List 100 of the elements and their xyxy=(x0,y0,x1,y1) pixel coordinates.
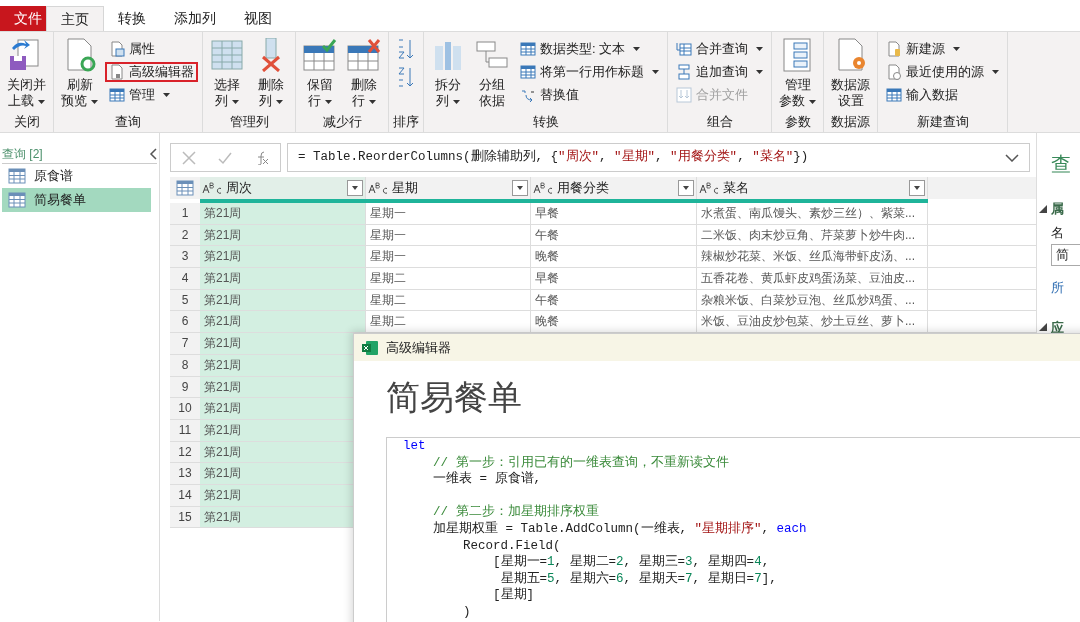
group-label: 关闭 xyxy=(12,113,41,131)
ribbon-button[interactable]: 刷新 预览 xyxy=(58,38,101,109)
ribbon-button[interactable]: 最近使用的源 xyxy=(882,62,1003,82)
ribbon-button[interactable]: 分组 依据 xyxy=(472,38,512,109)
collapse-icon[interactable] xyxy=(149,148,157,160)
table-cell: 午餐 xyxy=(535,292,559,307)
ribbon-button[interactable]: 高级编辑器 xyxy=(105,62,198,82)
row-number: 6 xyxy=(170,311,200,333)
row-number: 11 xyxy=(170,419,200,441)
table-cell: 辣椒炒花菜、米饭、丝瓜海带虾皮汤、... xyxy=(701,249,915,264)
table-icon xyxy=(176,180,194,196)
table-cell: 午餐 xyxy=(535,227,559,242)
row-number: 9 xyxy=(170,376,200,398)
collapse-triangle-icon[interactable] xyxy=(1039,204,1047,213)
table-cell: 晚餐 xyxy=(535,249,559,264)
ribbon-tab[interactable]: 主页 xyxy=(46,6,104,31)
text-type-icon xyxy=(699,182,719,194)
ribbon-button[interactable]: 追加查询 xyxy=(672,62,767,82)
code-line: let xyxy=(403,438,427,455)
code-editor[interactable]: let // 第一步：引用已有的一维表查询，不重新读文件 一维表 = 原食谱, // 第二步：加星期排序权重 加星期权重 = Table.AddColumn(一维表, "星期排序", each Record.Field( [星期一=1, 星期二=2, 星期三=3, 星期四=4, 星期五=5, 星期六=6, 星期天=7, 星期日=7], [星期] ) xyxy=(386,437,1080,622)
caret-icon xyxy=(992,70,999,74)
row-number: 15 xyxy=(170,506,200,528)
code-line: 星期五=5, 星期六=6, 星期天=7, 星期日=7], xyxy=(499,570,778,587)
table-cell: 晚餐 xyxy=(535,314,559,329)
properties-icon xyxy=(109,41,125,57)
group-label: 参数 xyxy=(783,113,812,131)
table-cell: 第21周 xyxy=(204,379,242,394)
ribbon-button[interactable]: 输入数据 xyxy=(882,85,1003,105)
document-icon xyxy=(109,64,125,80)
dropdown-icon[interactable] xyxy=(909,180,925,196)
new-source-icon xyxy=(886,41,902,57)
group-label: 新建查询 xyxy=(915,113,970,131)
recent-sources-icon xyxy=(886,64,902,80)
collapse-triangle-icon[interactable] xyxy=(1039,323,1047,332)
code-line: [星期] xyxy=(492,587,536,604)
ribbon-button[interactable]: 替换值 xyxy=(516,85,663,105)
spreadsheet-app-icon xyxy=(362,340,378,355)
table-cell: 米饭、豆油皮炒包菜、炒土豆丝、萝卜... xyxy=(701,314,915,329)
ribbon-button[interactable]: 管理 参数 xyxy=(776,38,819,109)
table-cell: 第21周 xyxy=(204,401,242,416)
properties-link[interactable]: 所 xyxy=(1051,278,1080,298)
name-field[interactable]: 简 xyxy=(1051,244,1080,266)
table-cell: 星期二 xyxy=(370,271,406,286)
ribbon-button[interactable]: 删除 行 xyxy=(344,38,384,109)
formula-field[interactable]: = Table.ReorderColumns(删除辅助列, {"周次", "星期", "用餐分类", "菜名"}) xyxy=(287,143,1030,172)
sort-descending-icon[interactable] xyxy=(397,66,415,88)
caret-icon xyxy=(652,70,659,74)
code-line: 加星期权重 = Table.AddColumn(一维表, "星期排序", each xyxy=(432,520,808,538)
ribbon-button[interactable]: 数据类型: 文本 xyxy=(516,39,663,59)
table-cell: 第21周 xyxy=(204,444,242,459)
row-number: 4 xyxy=(170,268,200,289)
ribbon-button[interactable]: 选择 列 xyxy=(207,38,247,109)
row-number: 10 xyxy=(170,398,200,419)
table-icon xyxy=(8,192,26,208)
caret-icon xyxy=(325,99,332,104)
ribbon-button[interactable]: 属性 xyxy=(105,39,198,59)
ribbon-button[interactable]: 保留 行 xyxy=(300,38,340,109)
window-title: 高级编辑器 xyxy=(386,338,451,357)
table-cell: 五香花卷、黄瓜虾皮鸡蛋汤菜、豆油皮... xyxy=(701,271,915,286)
check-icon[interactable] xyxy=(218,150,233,165)
caret-icon xyxy=(38,99,45,104)
caret-icon xyxy=(163,93,170,97)
table-icon xyxy=(886,87,902,103)
table-cell: 星期一 xyxy=(370,227,406,242)
ribbon-tab[interactable]: 视图 xyxy=(230,6,286,31)
chevron-down-icon[interactable] xyxy=(1005,153,1019,162)
ribbon-button[interactable]: 关闭并 上载 xyxy=(4,38,49,109)
query-item[interactable]: 原食谱 xyxy=(2,164,151,188)
dropdown-icon[interactable] xyxy=(512,180,528,196)
ribbon-tab[interactable]: 文件 xyxy=(0,6,46,31)
group-label: 转换 xyxy=(531,113,560,131)
ribbon-button[interactable]: 管理 xyxy=(105,85,198,105)
keep-rows-icon xyxy=(303,38,337,72)
ribbon-tab[interactable]: 转换 xyxy=(104,6,160,31)
caret-icon xyxy=(453,99,460,104)
caret-icon xyxy=(369,99,376,104)
table-cell: 杂粮米饭、白菜炒豆泡、丝瓜炒鸡蛋、... xyxy=(701,292,915,307)
table-cell: 星期一 xyxy=(370,249,406,264)
ribbon-button[interactable]: 新建源 xyxy=(882,39,1003,59)
ribbon-button[interactable]: 删除 列 xyxy=(251,38,291,109)
dropdown-icon[interactable] xyxy=(347,180,363,196)
query-item[interactable]: 简易餐单 xyxy=(2,188,151,212)
ribbon-button[interactable]: 将第一行用作标题 xyxy=(516,62,663,82)
column-header[interactable]: 周次 xyxy=(200,177,366,199)
ribbon-tab[interactable]: 添加列 xyxy=(160,6,230,31)
group-label: 减少行 xyxy=(321,113,363,131)
ribbon-button[interactable]: 拆分 列 xyxy=(428,38,468,109)
dropdown-icon[interactable] xyxy=(678,180,694,196)
table-cell: 早餐 xyxy=(535,206,559,220)
field-label: 名 xyxy=(1051,223,1065,242)
code-line: Record.Field( xyxy=(462,537,562,554)
sort-ascending-icon[interactable] xyxy=(397,38,415,60)
table-cell: 第21周 xyxy=(204,292,242,307)
table-icon xyxy=(210,38,244,72)
ribbon-button[interactable]: 合并查询 xyxy=(672,39,767,59)
table-cell: 早餐 xyxy=(535,271,559,286)
ribbon-button[interactable]: 数据源 设置 xyxy=(828,38,873,109)
code-line: ) xyxy=(462,603,472,621)
code-line: [星期一=1, 星期二=2, 星期三=3, 星期四=4, xyxy=(492,554,771,571)
group-label: 组合 xyxy=(705,113,734,131)
